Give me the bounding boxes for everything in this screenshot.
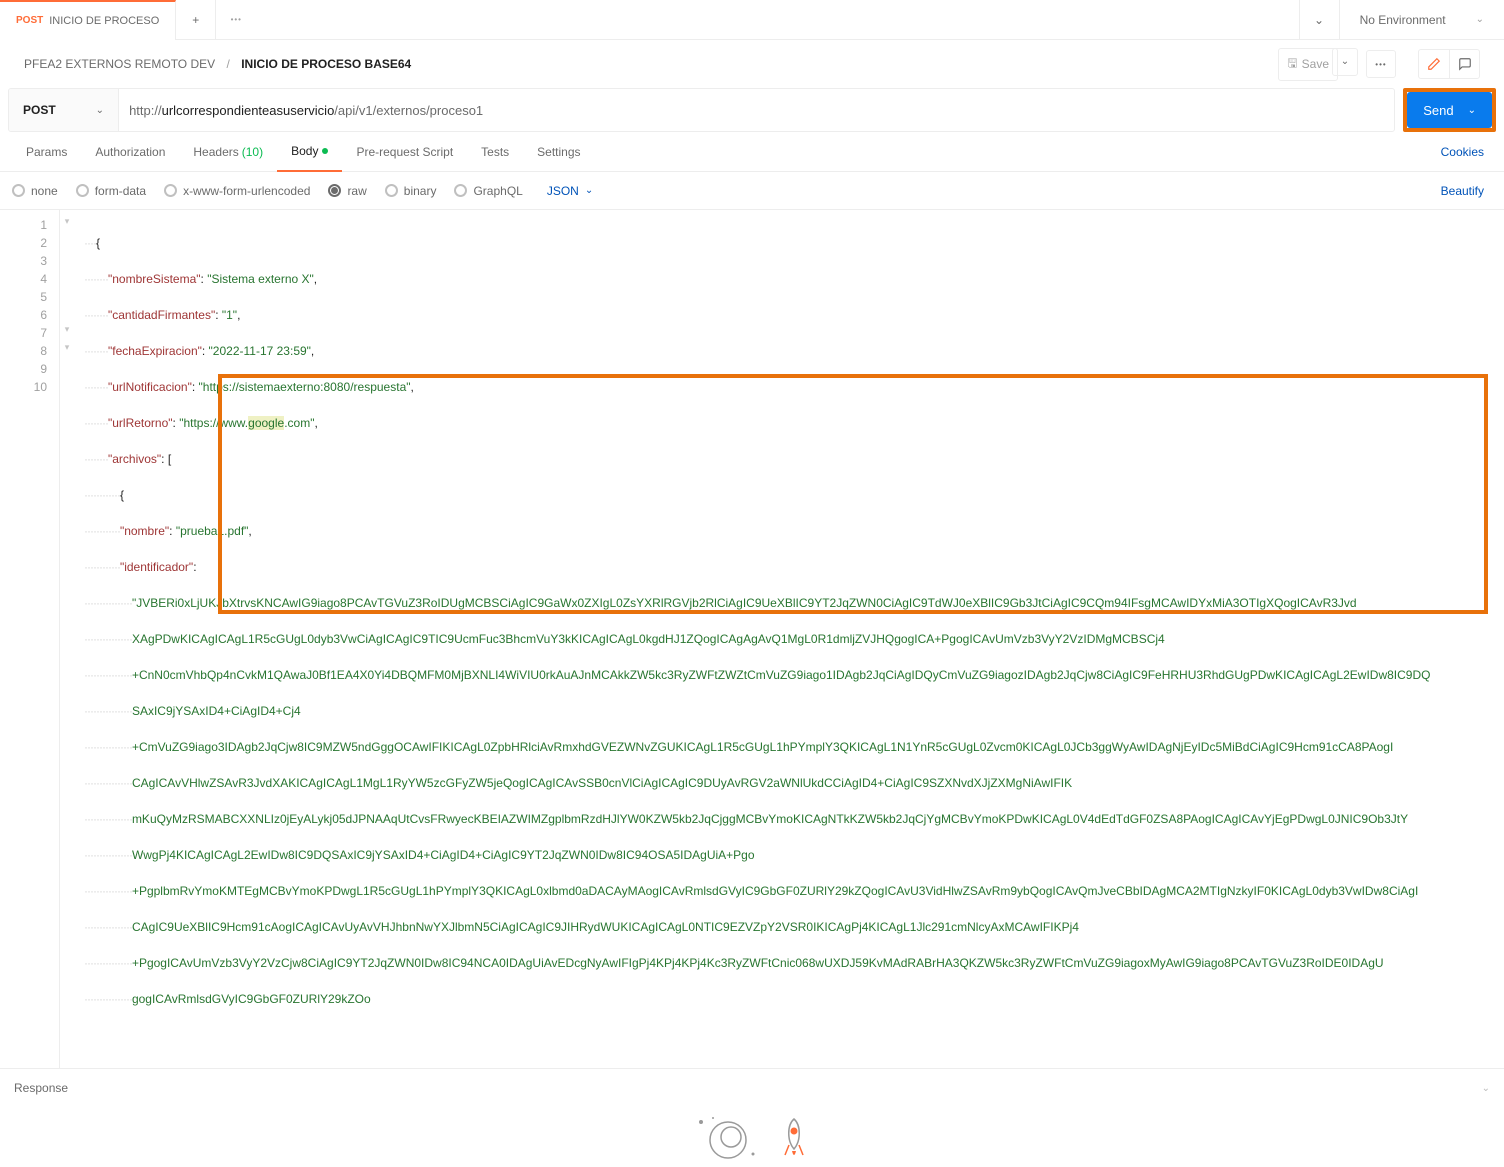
save-icon: 🖫 bbox=[1287, 54, 1297, 75]
request-tabs: Params Authorization Headers (10) Body P… bbox=[0, 132, 1504, 172]
chevron-down-icon[interactable]: ⌄ bbox=[1468, 105, 1476, 116]
chevron-down-icon: ⌄ bbox=[1341, 56, 1349, 67]
radio-icon bbox=[12, 184, 25, 197]
tab-params[interactable]: Params bbox=[12, 132, 81, 172]
comment-icon bbox=[1458, 57, 1472, 71]
tab-headers[interactable]: Headers (10) bbox=[179, 132, 277, 172]
tab-method: POST bbox=[16, 15, 43, 26]
send-button[interactable]: Send ⌄ bbox=[1407, 92, 1492, 128]
tab-tests[interactable]: Tests bbox=[467, 132, 523, 172]
save-dropdown-button[interactable]: ⌄ bbox=[1332, 48, 1358, 76]
beautify-button[interactable]: Beautify bbox=[1433, 184, 1492, 198]
tab-settings[interactable]: Settings bbox=[523, 132, 594, 172]
body-type-selector: none form-data x-www-form-urlencoded raw… bbox=[0, 172, 1504, 210]
tab-prerequest[interactable]: Pre-request Script bbox=[342, 132, 467, 172]
astronaut-icon bbox=[693, 1112, 763, 1162]
code-content[interactable]: ····{ ········"nombreSistema": "Sistema … bbox=[74, 210, 1504, 1068]
rocket-icon bbox=[777, 1115, 811, 1159]
tab-title: INICIO DE PROCESO bbox=[49, 15, 159, 27]
active-dot-icon bbox=[322, 148, 328, 154]
fold-icon[interactable]: ▾ bbox=[60, 216, 74, 234]
breadcrumb-current: INICIO DE PROCESO BASE64 bbox=[241, 57, 411, 71]
body-lang-selector[interactable]: JSON⌄ bbox=[547, 184, 593, 198]
tab-body[interactable]: Body bbox=[277, 132, 342, 172]
breadcrumb-collection[interactable]: PFEA2 EXTERNOS REMOTO DEV bbox=[24, 57, 215, 71]
http-method-label: POST bbox=[23, 103, 56, 117]
body-type-none[interactable]: none bbox=[12, 184, 58, 198]
breadcrumb: PFEA2 EXTERNOS REMOTO DEV / INICIO DE PR… bbox=[24, 57, 411, 71]
response-collapse-icon[interactable]: ⌄ bbox=[1482, 1083, 1490, 1094]
add-tab-button[interactable]: + bbox=[176, 0, 216, 40]
fold-icon[interactable]: ▾ bbox=[60, 342, 74, 360]
body-type-urlencoded[interactable]: x-www-form-urlencoded bbox=[164, 184, 310, 198]
save-button[interactable]: 🖫 Save bbox=[1278, 48, 1338, 81]
body-type-binary[interactable]: binary bbox=[385, 184, 437, 198]
url-host: urlcorrespondienteasuservicio bbox=[162, 103, 335, 118]
response-body bbox=[0, 1107, 1504, 1167]
tabs-bar: POST INICIO DE PROCESO + ••• ⌄ No Enviro… bbox=[0, 0, 1504, 40]
body-type-raw[interactable]: raw bbox=[328, 184, 366, 198]
empty-state-illustration bbox=[693, 1112, 811, 1162]
chevron-down-icon: ⌄ bbox=[96, 105, 104, 116]
comment-mode-button[interactable] bbox=[1449, 50, 1479, 78]
environment-selector[interactable]: No Environment ⌄ bbox=[1339, 0, 1504, 40]
body-editor[interactable]: 12345678910 ▾▾▾ ····{ ········"nombreSis… bbox=[0, 210, 1504, 1069]
body-type-graphql[interactable]: GraphQL bbox=[454, 184, 522, 198]
chevron-down-icon: ⌄ bbox=[585, 185, 593, 196]
more-actions-button[interactable]: ••• bbox=[1366, 50, 1396, 78]
save-label: Save bbox=[1302, 57, 1329, 71]
radio-icon bbox=[385, 184, 398, 197]
response-label: Response bbox=[14, 1081, 68, 1095]
fold-icon[interactable]: ▾ bbox=[60, 324, 74, 342]
request-url-row: POST ⌄ http://urlcorrespondienteasuservi… bbox=[0, 88, 1504, 132]
radio-icon bbox=[328, 184, 341, 197]
url-input[interactable]: http://urlcorrespondienteasuservicio/api… bbox=[119, 89, 1394, 131]
edit-mode-button[interactable] bbox=[1419, 50, 1449, 78]
radio-icon bbox=[454, 184, 467, 197]
url-path: /api/v1/externos/proceso1 bbox=[334, 103, 483, 118]
radio-icon bbox=[164, 184, 177, 197]
chevron-down-icon: ⌄ bbox=[1314, 13, 1324, 27]
body-type-formdata[interactable]: form-data bbox=[76, 184, 146, 198]
chevron-down-icon: ⌄ bbox=[1476, 14, 1484, 25]
more-icon: ••• bbox=[1375, 60, 1386, 69]
breadcrumb-row: PFEA2 EXTERNOS REMOTO DEV / INICIO DE PR… bbox=[0, 40, 1504, 88]
url-scheme: http:// bbox=[129, 103, 162, 118]
tab-authorization[interactable]: Authorization bbox=[81, 132, 179, 172]
breadcrumb-separator: / bbox=[227, 57, 230, 71]
line-gutter: 12345678910 bbox=[0, 210, 60, 1068]
response-header: Response ⌄ bbox=[0, 1069, 1504, 1107]
tab-active[interactable]: POST INICIO DE PROCESO bbox=[0, 0, 176, 40]
radio-icon bbox=[76, 184, 89, 197]
environment-label: No Environment bbox=[1360, 13, 1446, 27]
send-label: Send bbox=[1423, 103, 1453, 118]
tabs-more-button[interactable]: ••• bbox=[216, 0, 256, 40]
cookies-link[interactable]: Cookies bbox=[1433, 145, 1492, 159]
fold-gutter: ▾▾▾ bbox=[60, 210, 74, 1068]
http-method-selector[interactable]: POST ⌄ bbox=[9, 89, 119, 131]
more-icon: ••• bbox=[231, 15, 242, 24]
pencil-icon bbox=[1427, 57, 1441, 71]
tab-overflow-button[interactable]: ⌄ bbox=[1299, 0, 1339, 40]
plus-icon: + bbox=[192, 13, 199, 27]
